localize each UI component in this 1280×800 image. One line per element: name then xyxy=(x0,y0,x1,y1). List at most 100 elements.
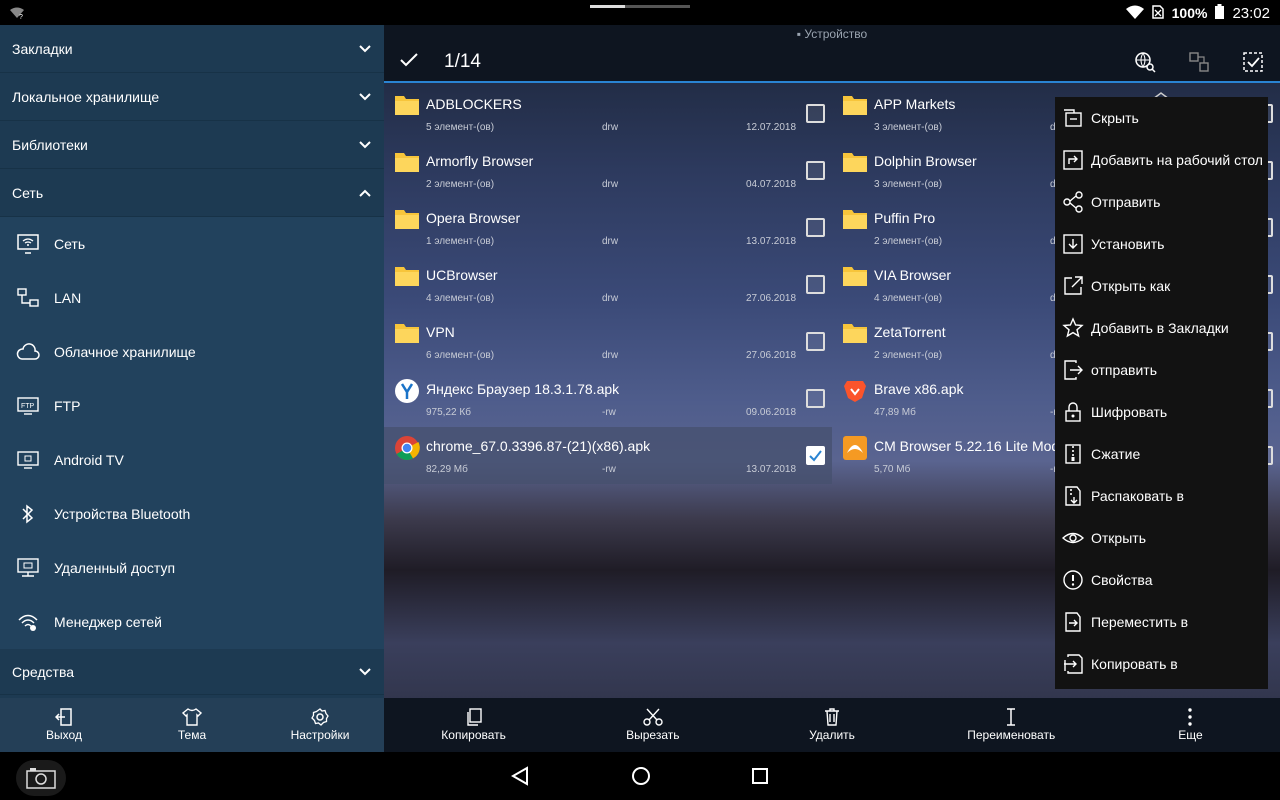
select-all-icon[interactable] xyxy=(1242,51,1264,73)
check-icon xyxy=(809,450,822,462)
exit-button[interactable]: Выход xyxy=(0,698,128,752)
menu-item-open-as[interactable]: Открыть как xyxy=(1055,265,1268,307)
exit-label: Выход xyxy=(46,728,82,742)
breadcrumb: ▪ Устройство xyxy=(384,25,1280,42)
more-label: Еще xyxy=(1178,728,1203,742)
menu-item-shortcut[interactable]: Добавить на рабочий стол xyxy=(1055,139,1268,181)
file-name: VPN xyxy=(426,324,455,340)
search-globe-icon[interactable] xyxy=(1134,51,1156,73)
home-icon[interactable] xyxy=(631,766,651,786)
theme-button[interactable]: Тема xyxy=(128,698,256,752)
file-name: chrome_67.0.3396.87-(21)(x86).apk xyxy=(426,438,651,454)
sidebar-item-ftp[interactable]: FTP FTP xyxy=(0,379,384,433)
menu-item-compress[interactable]: Сжатие xyxy=(1055,433,1268,475)
file-name: VIA Browser xyxy=(874,267,952,283)
file-name: ADBLOCKERS xyxy=(426,96,522,112)
cut-button[interactable]: Вырезать xyxy=(563,698,742,752)
file-checkbox[interactable] xyxy=(806,446,825,465)
rename-button[interactable]: Переименовать xyxy=(922,698,1101,752)
section-libraries[interactable]: Библиотеки xyxy=(0,121,384,169)
sidebar-item-cloud[interactable]: Облачное хранилище xyxy=(0,325,384,379)
back-icon[interactable] xyxy=(511,766,529,786)
menu-item-move[interactable]: Переместить в xyxy=(1055,601,1268,643)
file-info: 1 элемент-(ов) xyxy=(426,236,495,247)
file-name: Brave x86.apk xyxy=(874,381,964,397)
copy-button[interactable]: Копировать xyxy=(384,698,563,752)
sidebar-item-android-tv[interactable]: Android TV xyxy=(0,433,384,487)
rename-label: Переименовать xyxy=(967,728,1056,742)
screenshot-button[interactable] xyxy=(16,760,66,796)
sidebar-item-lan[interactable]: LAN xyxy=(0,271,384,325)
menu-item-info[interactable]: Свойства xyxy=(1055,559,1268,601)
file-date: 27.06.2018 xyxy=(746,293,797,304)
file-item[interactable]: VPN 6 элемент-(ов) drw 27.06.2018 xyxy=(384,313,832,370)
file-info: 47,89 Мб xyxy=(874,407,916,418)
storage-icon: ▪ xyxy=(796,27,802,41)
cut-label: Вырезать xyxy=(626,728,680,742)
file-checkbox[interactable] xyxy=(806,104,825,123)
menu-item-star[interactable]: Добавить в Закладки xyxy=(1055,307,1268,349)
more-button[interactable]: Еще xyxy=(1101,698,1280,752)
file-info: 975,22 Кб xyxy=(426,407,471,418)
battery-icon xyxy=(1215,4,1225,22)
file-checkbox[interactable] xyxy=(806,389,825,408)
remote-icon xyxy=(16,556,40,580)
file-checkbox[interactable] xyxy=(806,218,825,237)
file-name: CM Browser 5.22.16 Lite Mod xyxy=(874,438,1060,454)
navigation-drawer: Закладки Локальное хранилище Библиотеки … xyxy=(0,25,384,752)
cm-browser-icon xyxy=(842,435,868,460)
file-name: Armorfly Browser xyxy=(426,153,534,169)
sidebar-item-bluetooth[interactable]: Устройства Bluetooth xyxy=(0,487,384,541)
copy-icon xyxy=(466,708,482,726)
star-icon xyxy=(1062,317,1084,339)
delete-button[interactable]: Удалить xyxy=(742,698,921,752)
file-item[interactable]: Armorfly Browser 2 элемент-(ов) drw 04.07.2… xyxy=(384,142,832,199)
folder-icon xyxy=(842,150,868,174)
file-permissions: drw xyxy=(602,293,619,304)
confirm-check-icon[interactable] xyxy=(400,53,418,67)
menu-item-extract[interactable]: Распаковать в xyxy=(1055,475,1268,517)
exit-icon xyxy=(55,708,72,726)
menu-item-hide[interactable]: Скрыть xyxy=(1055,97,1268,139)
menu-item-eye[interactable]: Открыть xyxy=(1055,517,1268,559)
file-item[interactable]: Яндекс Браузер 18.3.1.78.apk 975,22 Кб -rw… xyxy=(384,370,832,427)
chevron-down-icon xyxy=(359,92,371,100)
file-checkbox[interactable] xyxy=(806,332,825,351)
file-item[interactable]: chrome_67.0.3396.87-(21)(x86).apk 82,29 М… xyxy=(384,427,832,484)
menu-item-label: Добавить в Закладки xyxy=(1091,320,1229,336)
file-date: 13.07.2018 xyxy=(746,464,797,475)
file-checkbox[interactable] xyxy=(806,275,825,294)
menu-item-label: Открыть xyxy=(1091,530,1146,546)
section-label: Закладки xyxy=(12,40,73,57)
recents-icon[interactable] xyxy=(751,766,769,786)
more-vert-icon xyxy=(1188,708,1193,726)
section-network[interactable]: Сеть xyxy=(0,169,384,217)
file-item[interactable]: UCBrowser 4 элемент-(ов) drw 27.06.2018 xyxy=(384,256,832,313)
sidebar-item-label: LAN xyxy=(54,290,82,306)
section-label: Средства xyxy=(12,663,75,680)
section-local-storage[interactable]: Локальное хранилище xyxy=(0,73,384,121)
file-checkbox[interactable] xyxy=(806,161,825,180)
sidebar-item-remote[interactable]: Удаленный доступ xyxy=(0,541,384,595)
wifi-icon xyxy=(1125,5,1144,22)
menu-item-lock[interactable]: Шифровать xyxy=(1055,391,1268,433)
folder-icon xyxy=(394,321,420,345)
menu-item-label: Отправить xyxy=(1091,194,1161,210)
file-item[interactable]: ADBLOCKERS 5 элемент-(ов) drw 12.07.2018 xyxy=(384,85,832,142)
lock-icon xyxy=(1062,401,1084,423)
sidebar-item-network-manager[interactable]: Менеджер сетей xyxy=(0,595,384,649)
select-range-icon[interactable] xyxy=(1188,51,1210,73)
sidebar-item-network[interactable]: Сеть xyxy=(0,217,384,271)
text-cursor-icon xyxy=(1007,708,1016,726)
settings-button[interactable]: Настройки xyxy=(256,698,384,752)
selection-toolbar: 1/14 xyxy=(384,42,1280,83)
menu-item-copy-to[interactable]: Копировать в xyxy=(1055,643,1268,685)
section-label: Сеть xyxy=(12,184,44,201)
menu-item-install[interactable]: Установить xyxy=(1055,223,1268,265)
section-tools[interactable]: Средства xyxy=(0,649,384,695)
menu-item-send[interactable]: отправить xyxy=(1055,349,1268,391)
menu-item-share[interactable]: Отправить xyxy=(1055,181,1268,223)
file-item[interactable]: Opera Browser 1 элемент-(ов) drw 13.07.2018 xyxy=(384,199,832,256)
section-bookmarks[interactable]: Закладки xyxy=(0,25,384,73)
file-permissions: drw xyxy=(602,236,619,247)
